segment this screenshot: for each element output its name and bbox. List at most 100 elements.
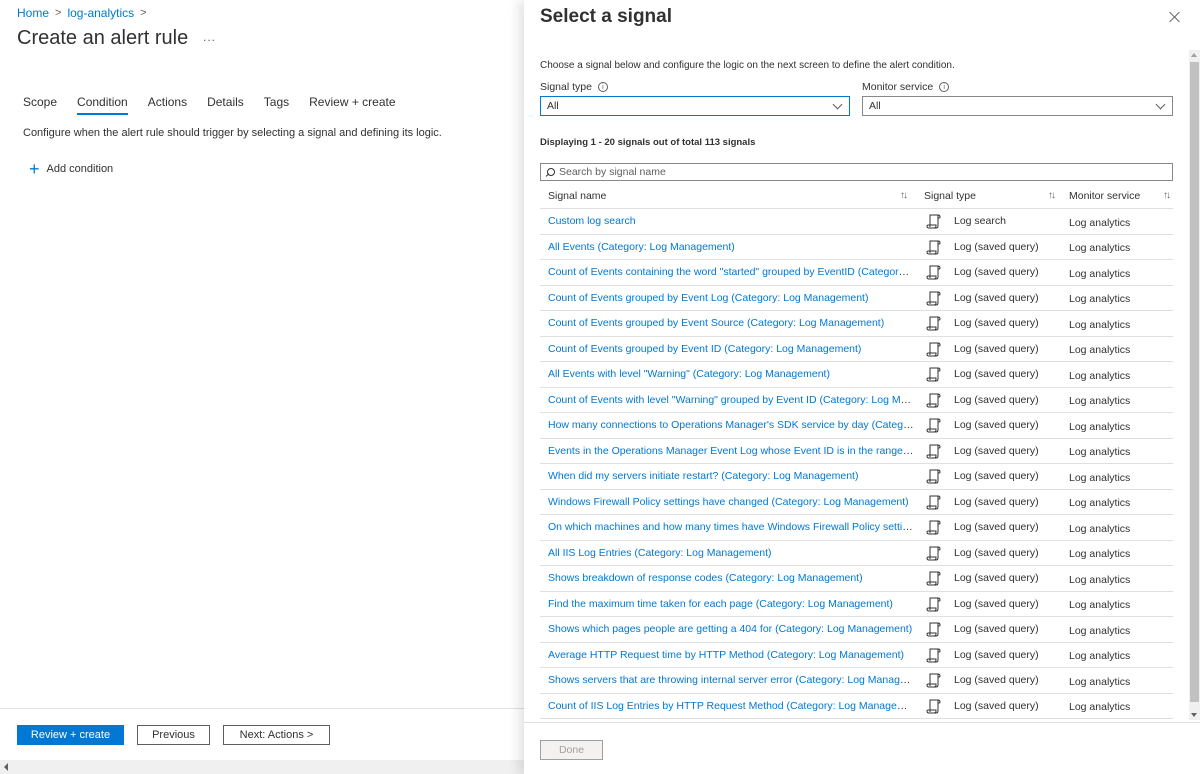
sort-icon[interactable]: ↑↓ [900,190,908,201]
table-row[interactable]: Count of IIS Log Entries by HTTP Request… [540,694,1173,719]
column-signal-type[interactable]: Signal type ↑↓ [914,190,1062,202]
info-icon[interactable]: i [939,82,950,92]
signal-type-text: Log (saved query) [954,444,1039,457]
signal-name-link[interactable]: Count of Events with level "Warning" gro… [548,394,914,406]
table-row[interactable]: Custom log search Log search Log analytics [540,209,1173,235]
signal-name-link[interactable]: How many connections to Operations Manag… [548,419,914,431]
table-row[interactable]: Count of Events grouped by Event ID (Cat… [540,337,1173,362]
more-options-button[interactable]: ... [203,30,216,44]
breadcrumb-log-analytics[interactable]: log-analytics [67,6,134,20]
condition-description: Configure when the alert rule should tri… [23,127,442,139]
scrollbar-thumb[interactable] [1190,62,1199,702]
signal-type-text: Log search [954,215,1006,228]
signal-type-cell: Log (saved query) [914,264,1062,280]
tab-condition[interactable]: Condition [77,95,128,115]
signal-search-input[interactable]: Search by signal name [540,163,1173,181]
signal-name-link[interactable]: All Events (Category: Log Management) [548,241,735,253]
signal-name-link[interactable]: When did my servers initiate restart? (C… [548,470,858,482]
monitor-service-cell: Log analytics [1069,599,1131,612]
signal-name-link[interactable]: Count of IIS Log Entries by HTTP Request… [548,700,914,712]
table-row[interactable]: All Events (Category: Log Management) Log… [540,235,1173,260]
signal-name-cell: Shows which pages people are getting a 4… [540,623,914,635]
table-row[interactable]: All IIS Log Entries (Category: Log Manag… [540,541,1173,566]
table-row[interactable]: When did my servers initiate restart? (C… [540,464,1173,490]
table-row[interactable]: All Events with level "Warning" (Categor… [540,362,1173,388]
table-row[interactable]: Events in the Operations Manager Event L… [540,439,1173,464]
signal-type-dropdown[interactable]: All [540,96,850,116]
column-signal-name[interactable]: Signal name ↑↓ [540,190,914,202]
log-scroll-icon [926,519,942,535]
table-row[interactable]: How many connections to Operations Manag… [540,413,1173,439]
signal-type-text: Log (saved query) [954,623,1039,636]
table-row[interactable]: Count of Events grouped by Event Source … [540,311,1173,337]
signal-name-link[interactable]: Find the maximum time taken for each pag… [548,598,893,610]
close-icon[interactable] [1169,11,1181,23]
signal-type-cell: Log (saved query) [914,621,1062,637]
monitor-service-cell: Log analytics [1069,573,1131,586]
table-row[interactable]: Windows Firewall Policy settings have ch… [540,490,1173,515]
monitor-service-cell: Log analytics [1069,675,1131,688]
table-row[interactable]: Shows which pages people are getting a 4… [540,617,1173,643]
table-row[interactable]: Count of Events grouped by Event Log (Ca… [540,286,1173,311]
review-create-button[interactable]: Review + create [17,725,124,745]
signal-name-cell: Shows servers that are throwing internal… [540,674,914,686]
signal-name-link[interactable]: Shows which pages people are getting a 4… [548,623,912,635]
table-row[interactable]: On which machines and how many times hav… [540,515,1173,541]
create-alert-rule-page: Home > log-analytics > Create an alert r… [0,0,524,774]
signal-name-link[interactable]: All Events with level "Warning" (Categor… [548,368,830,380]
tab-review-create[interactable]: Review + create [309,95,395,115]
signal-type-text: Log (saved query) [954,393,1039,406]
scroll-down-icon[interactable] [1191,713,1197,717]
previous-button[interactable]: Previous [137,725,210,745]
signal-name-link[interactable]: Windows Firewall Policy settings have ch… [548,496,909,508]
signal-name-link[interactable]: Shows servers that are throwing internal… [548,674,914,686]
monitor-service-dropdown[interactable]: All [862,96,1173,116]
monitor-service-cell: Log analytics [1069,548,1131,561]
signals-table: Signal name ↑↓ Signal type ↑↓ Monitor se… [540,183,1173,719]
sort-icon[interactable]: ↑↓ [1163,190,1171,201]
signal-name-link[interactable]: Custom log search [548,215,636,227]
vertical-scrollbar[interactable] [1189,50,1200,720]
breadcrumb-home[interactable]: Home [17,6,49,20]
signal-name-link[interactable]: Count of Events containing the word "sta… [548,266,914,278]
monitor-service-label-text: Monitor service [862,81,934,93]
signal-name-link[interactable]: Shows breakdown of response codes (Categ… [548,572,863,584]
signal-type-text: Log (saved query) [954,419,1039,432]
next-actions-button[interactable]: Next: Actions > [223,725,330,745]
signal-name-link[interactable]: Count of Events grouped by Event Source … [548,317,884,329]
signal-type-label-text: Signal type [540,81,592,93]
signal-name-cell: Average HTTP Request time by HTTP Method… [540,649,914,661]
log-scroll-icon [926,545,942,561]
signal-name-link[interactable]: Events in the Operations Manager Event L… [548,445,914,457]
table-row[interactable]: Average HTTP Request time by HTTP Method… [540,643,1173,668]
signal-type-cell: Log (saved query) [914,570,1062,586]
info-icon[interactable]: i [597,82,608,92]
tab-details[interactable]: Details [207,95,244,115]
column-monitor-service[interactable]: Monitor service ↑↓ [1062,190,1173,202]
panel-footer: Done [524,722,1200,774]
table-row[interactable]: Shows breakdown of response codes (Categ… [540,566,1173,592]
tab-scope[interactable]: Scope [23,95,57,115]
signal-name-link[interactable]: Average HTTP Request time by HTTP Method… [548,649,904,661]
signal-name-link[interactable]: On which machines and how many times hav… [548,521,914,533]
table-row[interactable]: Count of Events with level "Warning" gro… [540,388,1173,413]
signal-name-link[interactable]: Count of Events grouped by Event Log (Ca… [548,292,868,304]
table-row[interactable]: Shows servers that are throwing internal… [540,668,1173,694]
add-condition-button[interactable]: + Add condition [29,160,113,178]
monitor-service-cell: Log analytics [1069,471,1131,484]
scroll-up-icon[interactable] [1191,53,1197,57]
signal-name-link[interactable]: All IIS Log Entries (Category: Log Manag… [548,547,772,559]
table-row[interactable]: Find the maximum time taken for each pag… [540,592,1173,617]
scroll-left-icon[interactable] [4,763,8,771]
log-scroll-icon [926,596,942,612]
horizontal-scrollbar[interactable] [0,760,524,774]
signal-name-cell: Find the maximum time taken for each pag… [540,598,914,610]
table-row[interactable]: Count of Events containing the word "sta… [540,260,1173,286]
tab-tags[interactable]: Tags [264,95,289,115]
tab-actions[interactable]: Actions [148,95,187,115]
signal-name-cell: How many connections to Operations Manag… [540,419,914,431]
signal-name-link[interactable]: Count of Events grouped by Event ID (Cat… [548,343,861,355]
done-button[interactable]: Done [540,740,603,760]
search-icon [546,167,555,177]
sort-icon[interactable]: ↑↓ [1048,190,1056,201]
